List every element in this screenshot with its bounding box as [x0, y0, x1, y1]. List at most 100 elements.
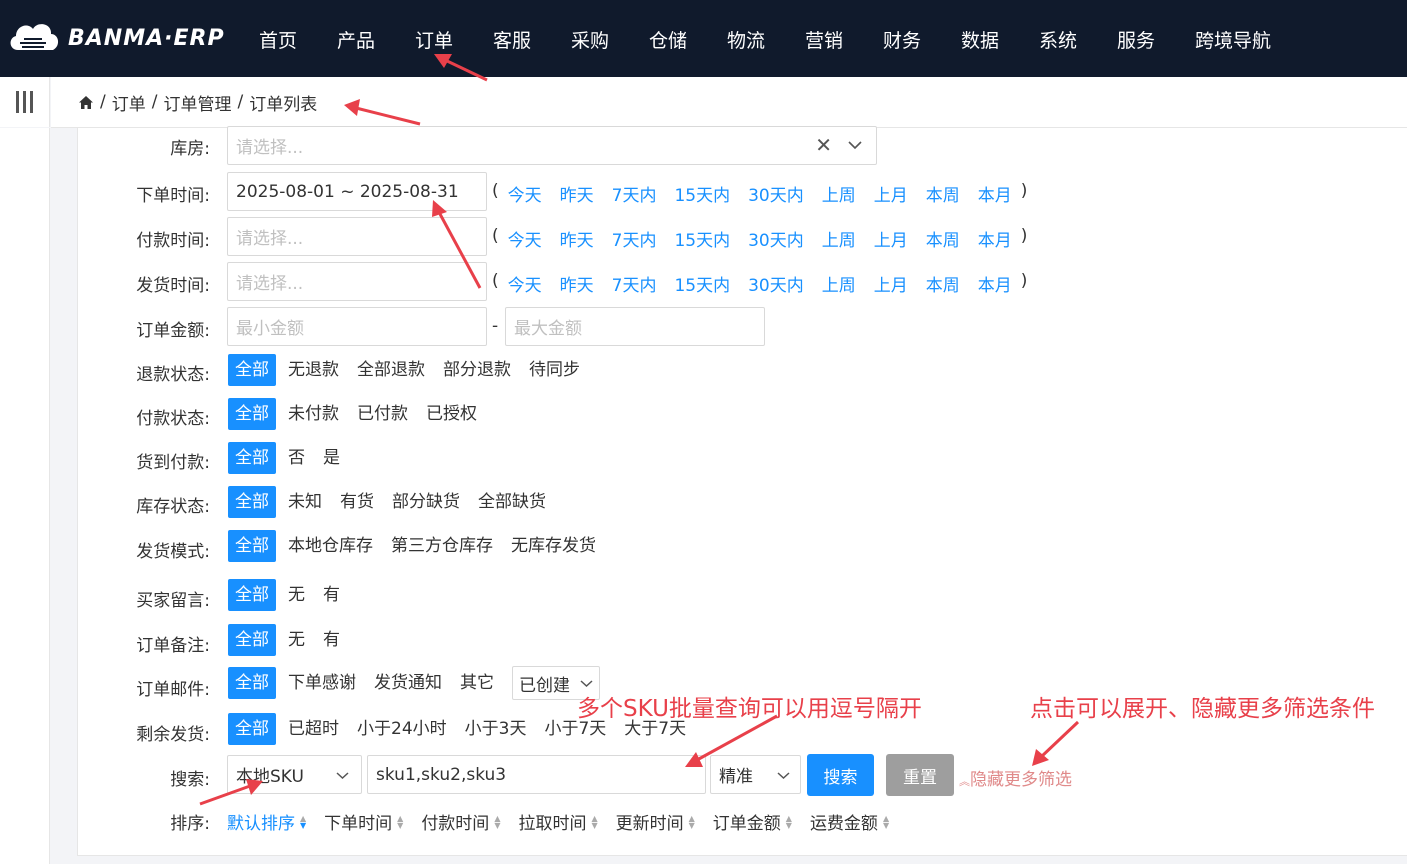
nav-customer-service[interactable]: 客服: [493, 26, 531, 53]
quick-this-week[interactable]: 本周: [926, 226, 960, 251]
order-note-opt-none[interactable]: 无: [282, 624, 311, 656]
stock-opt-in-stock[interactable]: 有货: [334, 486, 380, 518]
quick-last-week[interactable]: 上周: [822, 181, 856, 206]
quick-today[interactable]: 今天: [508, 271, 542, 296]
pay-opt-authorized[interactable]: 已授权: [420, 398, 483, 430]
home-icon[interactable]: [78, 95, 94, 110]
ship-mode-opt-third-party[interactable]: 第三方仓库存: [385, 530, 499, 562]
ship-mode-opt-local[interactable]: 本地仓库存: [282, 530, 379, 562]
nav-home[interactable]: 首页: [259, 26, 297, 53]
sidebar-toggle-button[interactable]: [0, 77, 50, 127]
breadcrumb-order-management[interactable]: 订单管理: [163, 90, 231, 115]
nav-products[interactable]: 产品: [337, 26, 375, 53]
remaining-opt-24h[interactable]: 小于24小时: [351, 713, 453, 745]
amount-min-input[interactable]: 最小金额: [227, 307, 487, 346]
refund-opt-none[interactable]: 无退款: [282, 354, 345, 386]
quick-today[interactable]: 今天: [508, 181, 542, 206]
buyer-msg-opt-all[interactable]: 全部: [228, 579, 276, 611]
ship-time-range-input[interactable]: 请选择...: [227, 262, 487, 301]
stock-opt-all-out[interactable]: 全部缺货: [472, 486, 552, 518]
cod-opt-no[interactable]: 否: [282, 442, 311, 474]
ship-mode-opt-all[interactable]: 全部: [228, 530, 276, 562]
stock-opt-all[interactable]: 全部: [228, 486, 276, 518]
refund-opt-pending-sync[interactable]: 待同步: [523, 354, 586, 386]
quick-this-week[interactable]: 本周: [926, 181, 960, 206]
quick-last-month[interactable]: 上月: [874, 271, 908, 296]
nav-system[interactable]: 系统: [1039, 26, 1077, 53]
quick-15days[interactable]: 15天内: [674, 181, 730, 206]
quick-this-week[interactable]: 本周: [926, 271, 960, 296]
quick-yesterday[interactable]: 昨天: [560, 226, 594, 251]
nav-logistics[interactable]: 物流: [727, 26, 765, 53]
remaining-opt-overdue[interactable]: 已超时: [282, 713, 345, 745]
cod-opt-all[interactable]: 全部: [228, 442, 276, 474]
quick-last-week[interactable]: 上周: [822, 226, 856, 251]
quick-7days[interactable]: 7天内: [612, 226, 657, 251]
quick-this-month[interactable]: 本月: [978, 271, 1012, 296]
mail-opt-all[interactable]: 全部: [228, 667, 276, 699]
refund-opt-full[interactable]: 全部退款: [351, 354, 431, 386]
clear-icon[interactable]: ✕: [815, 133, 832, 157]
refund-opt-all[interactable]: 全部: [228, 354, 276, 386]
nav-services[interactable]: 服务: [1117, 26, 1155, 53]
pay-time-range-input[interactable]: 请选择...: [227, 217, 487, 256]
match-mode-select[interactable]: 精准: [710, 755, 801, 794]
quick-15days[interactable]: 15天内: [674, 271, 730, 296]
breadcrumb-orders[interactable]: 订单: [112, 90, 146, 115]
quick-last-week[interactable]: 上周: [822, 271, 856, 296]
remaining-opt-all[interactable]: 全部: [228, 713, 276, 745]
quick-last-month[interactable]: 上月: [874, 181, 908, 206]
search-field-select[interactable]: 本地SKU: [227, 755, 362, 794]
quick-7days[interactable]: 7天内: [612, 181, 657, 206]
banma-logo[interactable]: BANMA·ERP: [6, 16, 225, 60]
order-note-opt-has[interactable]: 有: [317, 624, 346, 656]
stock-opt-unknown[interactable]: 未知: [282, 486, 328, 518]
quick-7days[interactable]: 7天内: [612, 271, 657, 296]
quick-15days[interactable]: 15天内: [674, 226, 730, 251]
pay-opt-unpaid[interactable]: 未付款: [282, 398, 345, 430]
sort-shipping-amount[interactable]: 运费金额 ▲ ▼: [810, 809, 889, 834]
remaining-opt-3d[interactable]: 小于3天: [459, 713, 533, 745]
sort-order-time[interactable]: 下单时间 ▲ ▼: [324, 809, 403, 834]
amount-max-input[interactable]: 最大金额: [505, 307, 765, 346]
sort-order-amount[interactable]: 订单金额 ▲ ▼: [713, 809, 792, 834]
nav-crossborder[interactable]: 跨境导航: [1195, 26, 1271, 53]
mail-opt-other[interactable]: 其它: [454, 667, 500, 699]
nav-purchase[interactable]: 采购: [571, 26, 609, 53]
quick-30days[interactable]: 30天内: [748, 226, 804, 251]
quick-yesterday[interactable]: 昨天: [560, 181, 594, 206]
quick-today[interactable]: 今天: [508, 226, 542, 251]
quick-this-month[interactable]: 本月: [978, 181, 1012, 206]
quick-yesterday[interactable]: 昨天: [560, 271, 594, 296]
pay-opt-paid[interactable]: 已付款: [351, 398, 414, 430]
order-note-opt-all[interactable]: 全部: [228, 624, 276, 656]
reset-button[interactable]: 重置: [886, 754, 954, 796]
buyer-msg-opt-has[interactable]: 有: [317, 579, 346, 611]
quick-this-month[interactable]: 本月: [978, 226, 1012, 251]
stock-opt-partial-out[interactable]: 部分缺货: [386, 486, 466, 518]
warehouse-select[interactable]: 请选择... ✕: [227, 126, 877, 165]
sort-default[interactable]: 默认排序 ▲ ▼: [227, 809, 306, 834]
sort-pull-time[interactable]: 拉取时间 ▲ ▼: [518, 809, 597, 834]
pay-opt-all[interactable]: 全部: [228, 398, 276, 430]
quick-last-month[interactable]: 上月: [874, 226, 908, 251]
refund-opt-partial[interactable]: 部分退款: [437, 354, 517, 386]
cod-opt-yes[interactable]: 是: [317, 442, 346, 474]
buyer-msg-opt-none[interactable]: 无: [282, 579, 311, 611]
nav-marketing[interactable]: 营销: [805, 26, 843, 53]
nav-data[interactable]: 数据: [961, 26, 999, 53]
mail-opt-ship-notice[interactable]: 发货通知: [368, 667, 448, 699]
quick-30days[interactable]: 30天内: [748, 271, 804, 296]
nav-orders[interactable]: 订单: [415, 26, 453, 53]
toggle-more-filters-link[interactable]: ︽隐藏更多筛选: [959, 765, 1072, 790]
quick-30days[interactable]: 30天内: [748, 181, 804, 206]
mail-opt-thanks[interactable]: 下单感谢: [282, 667, 362, 699]
search-button[interactable]: 搜索: [807, 754, 874, 796]
sort-pay-time[interactable]: 付款时间 ▲ ▼: [421, 809, 500, 834]
ship-mode-opt-dropship[interactable]: 无库存发货: [505, 530, 602, 562]
order-time-range-input[interactable]: 2025-08-01 ~ 2025-08-31: [227, 172, 487, 211]
nav-finance[interactable]: 财务: [883, 26, 921, 53]
sort-update-time[interactable]: 更新时间 ▲ ▼: [616, 809, 695, 834]
search-input[interactable]: sku1,sku2,sku3: [367, 755, 706, 794]
nav-warehouse[interactable]: 仓储: [649, 26, 687, 53]
